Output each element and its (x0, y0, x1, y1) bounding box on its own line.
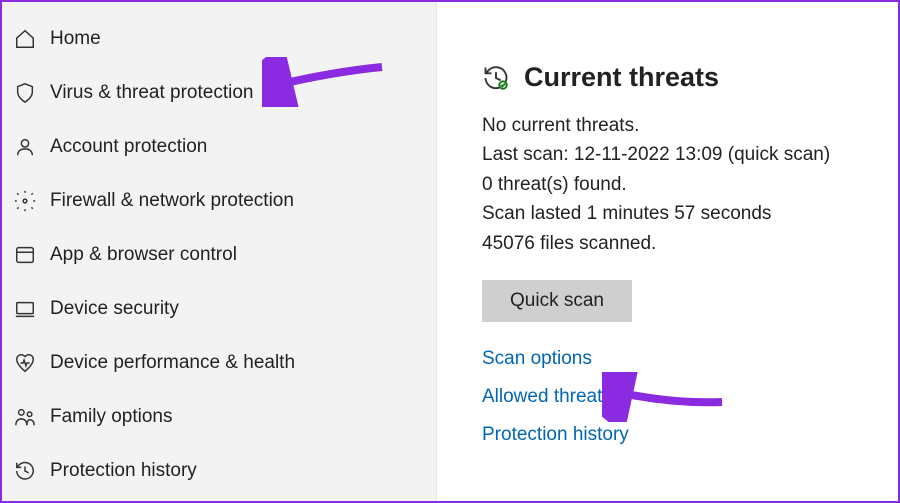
sidebar-item-label: Protection history (50, 460, 197, 482)
threats-history-icon (482, 64, 510, 92)
sidebar-item-label: Virus & threat protection (50, 82, 253, 104)
sidebar: Home Virus & threat protection Account p… (2, 2, 437, 501)
section-header: Current threats (482, 62, 898, 93)
sidebar-item-history[interactable]: Protection history (2, 444, 436, 498)
home-icon (14, 28, 36, 50)
history-icon (14, 460, 36, 482)
link-list: Scan options Allowed threats Protection … (482, 348, 898, 446)
sidebar-item-account[interactable]: Account protection (2, 120, 436, 174)
protection-history-link[interactable]: Protection history (482, 424, 898, 446)
threat-status: No current threats. Last scan: 12-11-202… (482, 111, 862, 258)
sidebar-item-health[interactable]: Device performance & health (2, 336, 436, 390)
main-content: Current threats No current threats. Last… (437, 2, 898, 501)
status-line: 45076 files scanned. (482, 229, 862, 258)
sidebar-item-firewall[interactable]: Firewall & network protection (2, 174, 436, 228)
quick-scan-button[interactable]: Quick scan (482, 280, 632, 322)
status-line: Last scan: 12-11-2022 13:09 (quick scan) (482, 140, 862, 169)
status-line: No current threats. (482, 111, 862, 140)
sidebar-item-label: App & browser control (50, 244, 237, 266)
sidebar-item-label: Device performance & health (50, 352, 295, 374)
sidebar-item-app[interactable]: App & browser control (2, 228, 436, 282)
browser-icon (14, 244, 36, 266)
sidebar-item-label: Device security (50, 298, 179, 320)
sidebar-item-label: Home (50, 28, 101, 50)
account-icon (14, 136, 36, 158)
status-line: Scan lasted 1 minutes 57 seconds (482, 199, 862, 228)
health-icon (14, 352, 36, 374)
family-icon (14, 406, 36, 428)
section-title: Current threats (524, 62, 719, 93)
allowed-threats-link[interactable]: Allowed threats (482, 386, 898, 408)
sidebar-item-label: Account protection (50, 136, 207, 158)
sidebar-item-virus[interactable]: Virus & threat protection (2, 66, 436, 120)
sidebar-item-family[interactable]: Family options (2, 390, 436, 444)
device-icon (14, 298, 36, 320)
network-icon (14, 190, 36, 212)
scan-options-link[interactable]: Scan options (482, 348, 898, 370)
sidebar-item-label: Firewall & network protection (50, 190, 294, 212)
sidebar-item-label: Family options (50, 406, 173, 428)
status-line: 0 threat(s) found. (482, 170, 862, 199)
sidebar-item-home[interactable]: Home (2, 12, 436, 66)
shield-icon (14, 82, 36, 104)
sidebar-item-device-security[interactable]: Device security (2, 282, 436, 336)
